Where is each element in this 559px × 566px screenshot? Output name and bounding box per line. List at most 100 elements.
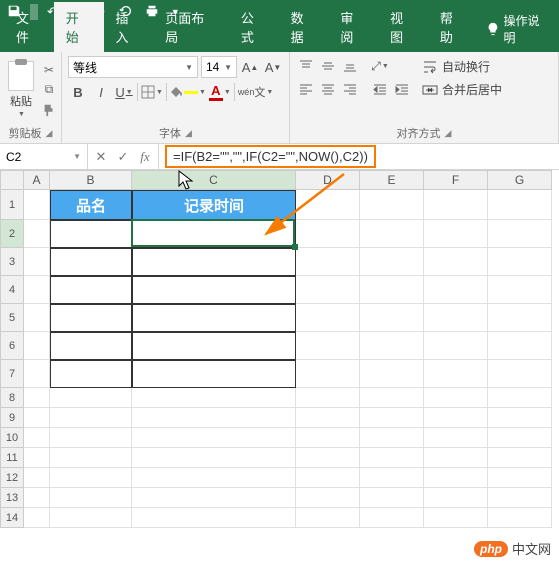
- cell-A4[interactable]: [24, 276, 50, 304]
- table-header-name[interactable]: 品名: [50, 190, 132, 220]
- cell-F9[interactable]: [424, 408, 488, 428]
- cell-F3[interactable]: [424, 248, 488, 276]
- cell-G11[interactable]: [488, 448, 552, 468]
- align-bottom-button[interactable]: [340, 56, 360, 76]
- cell-C14[interactable]: [132, 508, 296, 528]
- cell-D12[interactable]: [296, 468, 360, 488]
- tab-layout[interactable]: 页面布局: [153, 2, 229, 52]
- cell-A14[interactable]: [24, 508, 50, 528]
- tab-help[interactable]: 帮助: [428, 2, 478, 52]
- confirm-formula-button[interactable]: ✓: [116, 149, 130, 165]
- tab-review[interactable]: 审阅: [328, 2, 378, 52]
- cell-A2[interactable]: [24, 220, 50, 248]
- row-header-12[interactable]: 12: [0, 468, 24, 488]
- format-painter-button[interactable]: [40, 101, 58, 119]
- tab-insert[interactable]: 插入: [104, 2, 154, 52]
- cell-F2[interactable]: [424, 220, 488, 248]
- increase-indent-button[interactable]: [392, 79, 412, 99]
- column-header-D[interactable]: D: [296, 170, 360, 190]
- wrap-text-button[interactable]: 自动换行: [418, 56, 506, 77]
- column-header-E[interactable]: E: [360, 170, 424, 190]
- row-header-14[interactable]: 14: [0, 508, 24, 528]
- borders-button[interactable]: ▼: [141, 81, 163, 103]
- cell-C12[interactable]: [132, 468, 296, 488]
- column-header-G[interactable]: G: [488, 170, 552, 190]
- decrease-font-button[interactable]: A▼: [263, 56, 283, 78]
- cell-B9[interactable]: [50, 408, 132, 428]
- cell-E12[interactable]: [360, 468, 424, 488]
- cell-E8[interactable]: [360, 388, 424, 408]
- cell-G14[interactable]: [488, 508, 552, 528]
- increase-font-button[interactable]: A▲: [240, 56, 260, 78]
- cell-A12[interactable]: [24, 468, 50, 488]
- decrease-indent-button[interactable]: [370, 79, 390, 99]
- table-header-time[interactable]: 记录时间: [132, 190, 296, 220]
- cell-D10[interactable]: [296, 428, 360, 448]
- cell-B12[interactable]: [50, 468, 132, 488]
- cell-E7[interactable]: [360, 360, 424, 388]
- cell-E10[interactable]: [360, 428, 424, 448]
- cell-E11[interactable]: [360, 448, 424, 468]
- cell-D6[interactable]: [296, 332, 360, 360]
- align-right-button[interactable]: [340, 79, 360, 99]
- name-box[interactable]: C2 ▼: [0, 144, 88, 169]
- align-top-button[interactable]: [296, 56, 316, 76]
- cell-C8[interactable]: [132, 388, 296, 408]
- italic-button[interactable]: I: [91, 81, 111, 103]
- cell-G9[interactable]: [488, 408, 552, 428]
- cell-A11[interactable]: [24, 448, 50, 468]
- cut-button[interactable]: ✂: [40, 61, 58, 79]
- cell-G12[interactable]: [488, 468, 552, 488]
- cell-D13[interactable]: [296, 488, 360, 508]
- column-header-B[interactable]: B: [50, 170, 132, 190]
- tell-me-search[interactable]: 操作说明: [478, 6, 559, 52]
- cancel-formula-button[interactable]: ✕: [94, 149, 108, 165]
- table-cell-B4[interactable]: [50, 276, 132, 304]
- select-all-corner[interactable]: [0, 170, 24, 190]
- table-cell-C5[interactable]: [132, 304, 296, 332]
- tab-file[interactable]: 文件: [4, 2, 54, 52]
- cell-F8[interactable]: [424, 388, 488, 408]
- cell-B11[interactable]: [50, 448, 132, 468]
- tab-view[interactable]: 视图: [378, 2, 428, 52]
- cell-F12[interactable]: [424, 468, 488, 488]
- cell-F7[interactable]: [424, 360, 488, 388]
- tab-data[interactable]: 数据: [279, 2, 329, 52]
- cell-E2[interactable]: [360, 220, 424, 248]
- cell-E4[interactable]: [360, 276, 424, 304]
- align-left-button[interactable]: [296, 79, 316, 99]
- table-cell-C2[interactable]: [132, 220, 296, 248]
- cell-E14[interactable]: [360, 508, 424, 528]
- insert-function-button[interactable]: fx: [138, 149, 152, 165]
- cell-B13[interactable]: [50, 488, 132, 508]
- row-header-10[interactable]: 10: [0, 428, 24, 448]
- cell-G6[interactable]: [488, 332, 552, 360]
- row-header-7[interactable]: 7: [0, 360, 24, 388]
- cell-D9[interactable]: [296, 408, 360, 428]
- dialog-launcher-icon[interactable]: ◢: [46, 128, 53, 139]
- cell-F11[interactable]: [424, 448, 488, 468]
- cell-F13[interactable]: [424, 488, 488, 508]
- cell-E5[interactable]: [360, 304, 424, 332]
- cell-E3[interactable]: [360, 248, 424, 276]
- cell-A8[interactable]: [24, 388, 50, 408]
- cell-D4[interactable]: [296, 276, 360, 304]
- row-header-8[interactable]: 8: [0, 388, 24, 408]
- cell-F1[interactable]: [424, 190, 488, 220]
- cell-C9[interactable]: [132, 408, 296, 428]
- row-header-6[interactable]: 6: [0, 332, 24, 360]
- cell-A5[interactable]: [24, 304, 50, 332]
- row-header-4[interactable]: 4: [0, 276, 24, 304]
- table-cell-B7[interactable]: [50, 360, 132, 388]
- table-cell-B5[interactable]: [50, 304, 132, 332]
- row-header-1[interactable]: 1: [0, 190, 24, 220]
- spreadsheet-grid[interactable]: ABCDEFG 1234567891011121314 品名记录时间: [0, 170, 559, 528]
- cell-G1[interactable]: [488, 190, 552, 220]
- cell-A1[interactable]: [24, 190, 50, 220]
- cell-E9[interactable]: [360, 408, 424, 428]
- cell-D8[interactable]: [296, 388, 360, 408]
- column-header-F[interactable]: F: [424, 170, 488, 190]
- cell-A10[interactable]: [24, 428, 50, 448]
- bold-button[interactable]: B: [68, 81, 88, 103]
- cell-F5[interactable]: [424, 304, 488, 332]
